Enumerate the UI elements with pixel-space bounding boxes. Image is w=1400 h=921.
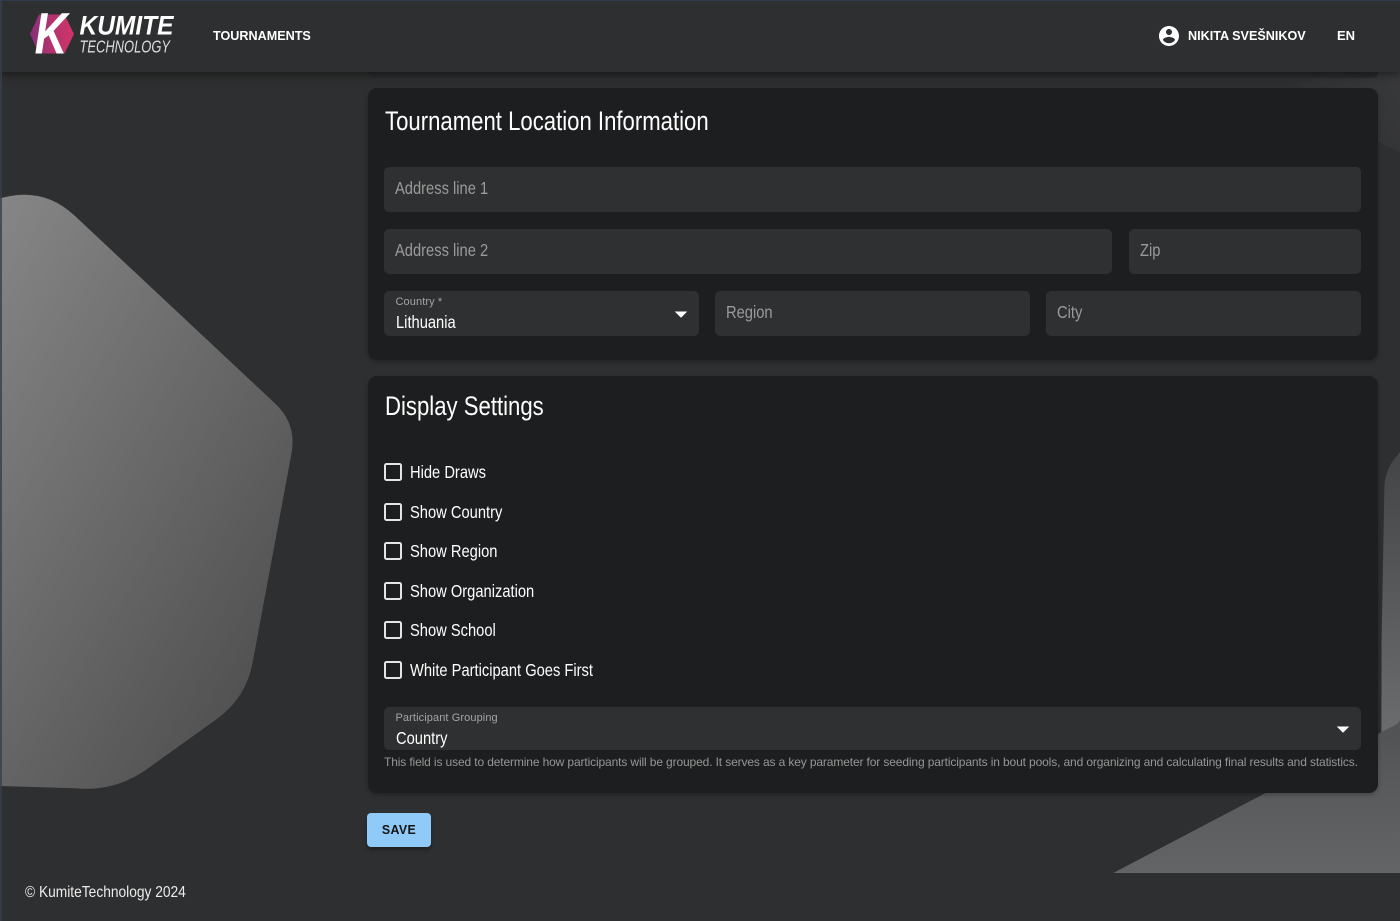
svg-text:K: K — [35, 2, 71, 67]
svg-text:TECHNOLOGY: TECHNOLOGY — [80, 37, 171, 57]
